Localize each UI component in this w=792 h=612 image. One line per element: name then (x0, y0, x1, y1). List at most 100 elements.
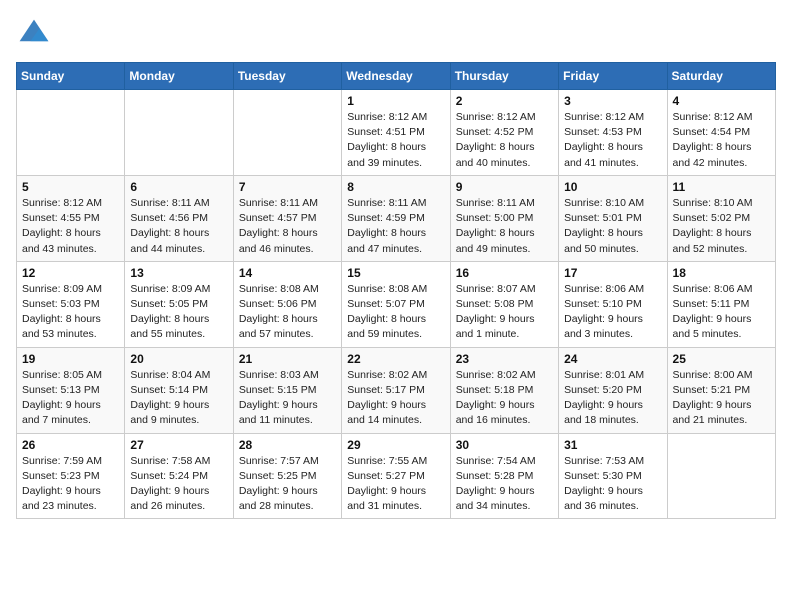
logo-icon (16, 16, 52, 52)
day-info: Sunrise: 8:12 AM Sunset: 4:51 PM Dayligh… (347, 110, 444, 171)
day-info: Sunrise: 8:11 AM Sunset: 5:00 PM Dayligh… (456, 196, 553, 257)
day-info: Sunrise: 8:11 AM Sunset: 4:59 PM Dayligh… (347, 196, 444, 257)
calendar-cell: 19 Sunrise: 8:05 AM Sunset: 5:13 PM Dayli… (17, 347, 125, 433)
calendar-cell: 6Sunrise: 8:11 AM Sunset: 4:56 PM Daylig… (125, 175, 233, 261)
calendar-cell: 17 Sunrise: 8:06 AM Sunset: 5:10 PM Dayli… (559, 261, 667, 347)
week-row-2: 12Sunrise: 8:09 AM Sunset: 5:03 PM Dayli… (17, 261, 776, 347)
week-row-3: 19 Sunrise: 8:05 AM Sunset: 5:13 PM Dayli… (17, 347, 776, 433)
calendar-cell: 1Sunrise: 8:12 AM Sunset: 4:51 PM Daylig… (342, 90, 450, 176)
day-info: Sunrise: 7:55 AM Sunset: 5:27 PM Dayligh… (347, 454, 444, 515)
day-number: 30 (456, 438, 553, 452)
day-number: 11 (673, 180, 770, 194)
calendar-cell: 24 Sunrise: 8:01 AM Sunset: 5:20 PM Dayli… (559, 347, 667, 433)
calendar-body: 1Sunrise: 8:12 AM Sunset: 4:51 PM Daylig… (17, 90, 776, 519)
calendar-cell: 20 Sunrise: 8:04 AM Sunset: 5:14 PM Dayli… (125, 347, 233, 433)
calendar-cell: 25 Sunrise: 8:00 AM Sunset: 5:21 PM Dayli… (667, 347, 775, 433)
day-number: 8 (347, 180, 444, 194)
day-info: Sunrise: 8:06 AM Sunset: 5:10 PM Dayligh… (564, 282, 661, 343)
day-number: 2 (456, 94, 553, 108)
day-number: 10 (564, 180, 661, 194)
day-number: 23 (456, 352, 553, 366)
day-number: 31 (564, 438, 661, 452)
day-info: Sunrise: 8:12 AM Sunset: 4:52 PM Dayligh… (456, 110, 553, 171)
calendar-cell (17, 90, 125, 176)
day-info: Sunrise: 8:12 AM Sunset: 4:53 PM Dayligh… (564, 110, 661, 171)
calendar-cell: 23 Sunrise: 8:02 AM Sunset: 5:18 PM Dayli… (450, 347, 558, 433)
day-number: 27 (130, 438, 227, 452)
calendar-cell: 31 Sunrise: 7:53 AM Sunset: 5:30 PM Dayli… (559, 433, 667, 519)
logo (16, 16, 56, 52)
day-info: Sunrise: 8:12 AM Sunset: 4:54 PM Dayligh… (673, 110, 770, 171)
page-header (16, 16, 776, 52)
day-info: Sunrise: 8:06 AM Sunset: 5:11 PM Dayligh… (673, 282, 770, 343)
calendar-cell: 14 Sunrise: 8:08 AM Sunset: 5:06 PM Dayli… (233, 261, 341, 347)
calendar-cell: 16 Sunrise: 8:07 AM Sunset: 5:08 PM Dayli… (450, 261, 558, 347)
day-number: 5 (22, 180, 119, 194)
day-number: 3 (564, 94, 661, 108)
calendar-cell: 28 Sunrise: 7:57 AM Sunset: 5:25 PM Dayli… (233, 433, 341, 519)
day-info: Sunrise: 8:01 AM Sunset: 5:20 PM Dayligh… (564, 368, 661, 429)
day-info: Sunrise: 8:09 AM Sunset: 5:05 PM Dayligh… (130, 282, 227, 343)
calendar-cell: 5 Sunrise: 8:12 AM Sunset: 4:55 PM Daylig… (17, 175, 125, 261)
calendar-cell: 26Sunrise: 7:59 AM Sunset: 5:23 PM Dayli… (17, 433, 125, 519)
calendar-cell (667, 433, 775, 519)
day-number: 24 (564, 352, 661, 366)
day-info: Sunrise: 8:11 AM Sunset: 4:57 PM Dayligh… (239, 196, 336, 257)
weekday-row: SundayMondayTuesdayWednesdayThursdayFrid… (17, 63, 776, 90)
day-info: Sunrise: 7:58 AM Sunset: 5:24 PM Dayligh… (130, 454, 227, 515)
day-number: 7 (239, 180, 336, 194)
day-number: 26 (22, 438, 119, 452)
day-info: Sunrise: 8:02 AM Sunset: 5:18 PM Dayligh… (456, 368, 553, 429)
day-number: 4 (673, 94, 770, 108)
day-info: Sunrise: 8:07 AM Sunset: 5:08 PM Dayligh… (456, 282, 553, 343)
day-info: Sunrise: 8:09 AM Sunset: 5:03 PM Dayligh… (22, 282, 119, 343)
day-number: 16 (456, 266, 553, 280)
day-number: 28 (239, 438, 336, 452)
calendar-cell: 7 Sunrise: 8:11 AM Sunset: 4:57 PM Daylig… (233, 175, 341, 261)
day-number: 19 (22, 352, 119, 366)
calendar-cell: 29Sunrise: 7:55 AM Sunset: 5:27 PM Dayli… (342, 433, 450, 519)
day-info: Sunrise: 8:08 AM Sunset: 5:06 PM Dayligh… (239, 282, 336, 343)
day-number: 15 (347, 266, 444, 280)
day-number: 14 (239, 266, 336, 280)
day-info: Sunrise: 8:00 AM Sunset: 5:21 PM Dayligh… (673, 368, 770, 429)
week-row-1: 5 Sunrise: 8:12 AM Sunset: 4:55 PM Daylig… (17, 175, 776, 261)
day-info: Sunrise: 8:11 AM Sunset: 4:56 PM Dayligh… (130, 196, 227, 257)
day-info: Sunrise: 8:10 AM Sunset: 5:01 PM Dayligh… (564, 196, 661, 257)
day-number: 13 (130, 266, 227, 280)
calendar-cell: 27 Sunrise: 7:58 AM Sunset: 5:24 PM Dayli… (125, 433, 233, 519)
day-number: 20 (130, 352, 227, 366)
calendar-cell: 18Sunrise: 8:06 AM Sunset: 5:11 PM Dayli… (667, 261, 775, 347)
day-number: 21 (239, 352, 336, 366)
day-info: Sunrise: 8:12 AM Sunset: 4:55 PM Dayligh… (22, 196, 119, 257)
calendar-cell: 8 Sunrise: 8:11 AM Sunset: 4:59 PM Daylig… (342, 175, 450, 261)
weekday-header-friday: Friday (559, 63, 667, 90)
calendar-header: SundayMondayTuesdayWednesdayThursdayFrid… (17, 63, 776, 90)
day-number: 22 (347, 352, 444, 366)
calendar-cell: 9 Sunrise: 8:11 AM Sunset: 5:00 PM Daylig… (450, 175, 558, 261)
day-number: 9 (456, 180, 553, 194)
calendar-cell: 3 Sunrise: 8:12 AM Sunset: 4:53 PM Daylig… (559, 90, 667, 176)
calendar-cell: 12Sunrise: 8:09 AM Sunset: 5:03 PM Dayli… (17, 261, 125, 347)
calendar-cell (233, 90, 341, 176)
weekday-header-wednesday: Wednesday (342, 63, 450, 90)
calendar-cell: 10 Sunrise: 8:10 AM Sunset: 5:01 PM Dayli… (559, 175, 667, 261)
weekday-header-monday: Monday (125, 63, 233, 90)
weekday-header-saturday: Saturday (667, 63, 775, 90)
day-info: Sunrise: 8:04 AM Sunset: 5:14 PM Dayligh… (130, 368, 227, 429)
calendar-cell: 11Sunrise: 8:10 AM Sunset: 5:02 PM Dayli… (667, 175, 775, 261)
week-row-4: 26Sunrise: 7:59 AM Sunset: 5:23 PM Dayli… (17, 433, 776, 519)
calendar-cell: 21 Sunrise: 8:03 AM Sunset: 5:15 PM Dayli… (233, 347, 341, 433)
day-info: Sunrise: 8:05 AM Sunset: 5:13 PM Dayligh… (22, 368, 119, 429)
weekday-header-thursday: Thursday (450, 63, 558, 90)
day-number: 25 (673, 352, 770, 366)
calendar-cell: 4 Sunrise: 8:12 AM Sunset: 4:54 PM Daylig… (667, 90, 775, 176)
day-info: Sunrise: 8:03 AM Sunset: 5:15 PM Dayligh… (239, 368, 336, 429)
calendar-cell: 15Sunrise: 8:08 AM Sunset: 5:07 PM Dayli… (342, 261, 450, 347)
weekday-header-tuesday: Tuesday (233, 63, 341, 90)
calendar-cell: 13 Sunrise: 8:09 AM Sunset: 5:05 PM Dayli… (125, 261, 233, 347)
day-info: Sunrise: 7:57 AM Sunset: 5:25 PM Dayligh… (239, 454, 336, 515)
day-info: Sunrise: 7:53 AM Sunset: 5:30 PM Dayligh… (564, 454, 661, 515)
day-number: 17 (564, 266, 661, 280)
weekday-header-sunday: Sunday (17, 63, 125, 90)
